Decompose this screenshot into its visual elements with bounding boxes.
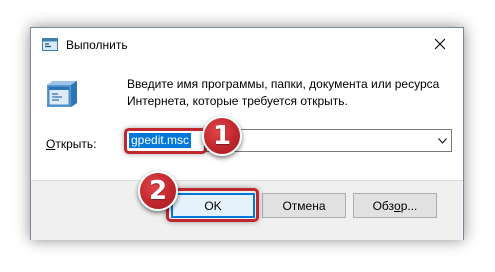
- close-button[interactable]: [417, 28, 463, 60]
- step-2-badge: 2: [138, 171, 178, 211]
- open-label-accel: О: [46, 137, 56, 151]
- dialog-content: Введите имя программы, папки, документа …: [31, 62, 463, 180]
- description-line-2: Интернета, которые требуется открыть.: [127, 94, 348, 108]
- open-label: Открыть:: [46, 137, 96, 151]
- description-text: Введите имя программы, папки, документа …: [127, 76, 447, 110]
- browse-label-end: р...: [400, 198, 418, 213]
- step-1-badge: 1: [202, 116, 242, 156]
- chevron-down-icon: [437, 137, 447, 144]
- browse-label-accel: о: [394, 198, 401, 213]
- step-2-highlight: [166, 188, 259, 222]
- run-program-icon: [47, 81, 77, 107]
- title-bar[interactable]: Выполнить: [31, 28, 463, 62]
- window-title: Выполнить: [66, 38, 128, 52]
- browse-button[interactable]: Обз о р...: [353, 193, 437, 218]
- close-icon: [434, 38, 446, 50]
- run-dialog: Выполнить Введите имя программы, папки, …: [30, 27, 464, 240]
- cancel-button[interactable]: Отмена: [262, 193, 346, 218]
- description-line-1: Введите имя программы, папки, документа …: [127, 77, 440, 91]
- open-label-text: ткрыть:: [55, 137, 97, 151]
- combo-dropdown-button[interactable]: [433, 130, 451, 151]
- browse-label-start: Обз: [372, 198, 395, 213]
- run-icon: [42, 38, 58, 51]
- step-1-highlight: [124, 128, 207, 154]
